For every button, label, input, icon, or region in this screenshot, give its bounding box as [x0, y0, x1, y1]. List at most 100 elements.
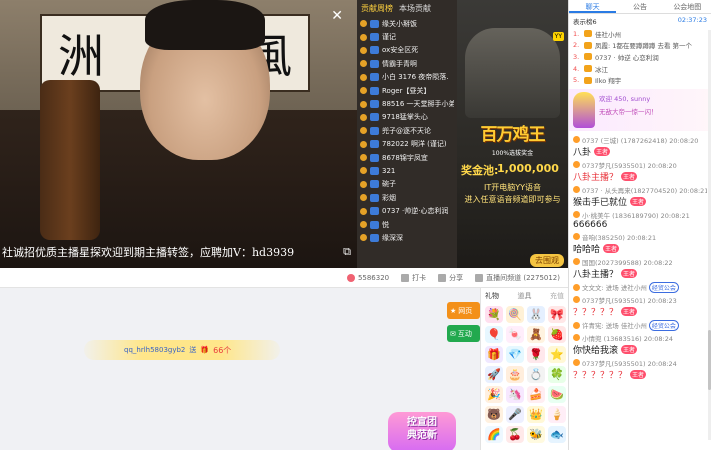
gift-item[interactable]: 🎤 [506, 406, 524, 423]
list-item[interactable]: 321 [360, 164, 454, 177]
list-item[interactable]: 0737 ·帅逆·心恋利润 [360, 204, 454, 217]
chat-message[interactable]: 0737梦凡(5935501) 20:08:23 ？？？？？ 王者 [569, 294, 711, 319]
gift-item[interactable]: 🍓 [548, 326, 566, 343]
web-button[interactable]: ★ 网页 [447, 302, 480, 319]
list-item[interactable]: 小白 3176 夜帝陨落. [360, 71, 454, 84]
promo-badge[interactable]: 控宣团 典范新 [388, 412, 456, 450]
list-item[interactable]: 缘关小掰饭 [360, 17, 454, 30]
gift-item[interactable]: 🐻 [485, 406, 503, 423]
list-item[interactable]: 782022 啊洋 (谨记) [360, 138, 454, 151]
gift-item[interactable]: 🍀 [548, 366, 566, 383]
tab-guild-map[interactable]: 公会地图 [664, 0, 711, 13]
level-icon [573, 321, 580, 329]
rank-badge: 王者 [594, 146, 611, 156]
fans-count[interactable]: 5586320 [346, 273, 389, 282]
rank-icon [360, 207, 367, 215]
gift-item[interactable]: ⭐ [548, 346, 566, 363]
gift-item[interactable]: 🚀 [485, 366, 503, 383]
list-item[interactable]: 2. 凤霞: 1都在要蹲蹲蹲 去看 第一个 [573, 40, 707, 52]
gift-item[interactable]: 🍰 [527, 386, 545, 403]
list-item[interactable]: 1. 佳社小州 [573, 28, 707, 40]
gift-item[interactable]: 🍬 [506, 326, 524, 343]
gift-item[interactable]: 🌈 [485, 426, 503, 443]
user-name: 碗子 [382, 180, 396, 189]
chat-message[interactable]: 小情兜 (13683516) 20:08:24 你快给我滚 王者 [569, 332, 711, 357]
chat-message[interactable]: 文文文: 进场 进社小州 经贸公会 [569, 281, 711, 294]
gift-item[interactable]: 🐝 [527, 426, 545, 443]
chat-message[interactable]: 音响(385250) 20:08:21 哈哈哈 王者 [569, 231, 711, 256]
share-icon[interactable]: ⧉ [343, 245, 351, 259]
list-item[interactable]: Roger【昼关】 [360, 84, 454, 97]
chat-message[interactable]: 小·桃美午 (1836189790) 20:08:21 666666 [569, 209, 711, 231]
rank-icon [360, 140, 367, 148]
gift-item[interactable]: 🎉 [485, 386, 503, 403]
message-text: 哈哈哈 [573, 244, 601, 255]
gift-item[interactable]: 🦄 [506, 386, 524, 403]
gift-item[interactable]: 👑 [527, 406, 545, 423]
chat-message[interactable]: 0737 · 从头再来(1827704520) 20:08:21 猴击手已就位王… [569, 184, 711, 209]
gift-item[interactable]: 🐰 [527, 306, 545, 323]
pubg-ad-banner[interactable]: YY 百万鸡王 100%选拔奖金 奖金池: 1,000,000 IT开电脑YY语… [457, 0, 568, 268]
message-meta: 小情兜 (13683516) 20:08:24 [582, 334, 673, 343]
prize-pool-label: 奖金池: [461, 164, 499, 177]
list-item[interactable]: 彩烟 [360, 191, 454, 204]
gift-item[interactable]: 💐 [485, 306, 503, 323]
tab-gifts[interactable]: 礼物 [485, 291, 499, 301]
badge-icon [370, 19, 379, 28]
list-item[interactable]: 谨记 [360, 30, 454, 43]
tab-chat[interactable]: 聊天 [569, 0, 617, 13]
gift-item[interactable]: 🎀 [548, 306, 566, 323]
gift-item[interactable]: 🍒 [506, 426, 524, 443]
recharge-link[interactable]: 充值 [550, 291, 564, 301]
crown-icon [584, 41, 592, 49]
interact-button[interactable]: ✉ 互动 [447, 325, 480, 342]
rank-number: 3. [573, 52, 580, 61]
list-item[interactable]: 5. Ilko 翔宇 [573, 74, 707, 86]
list-item[interactable]: 兜子@逐不天论 [360, 124, 454, 137]
list-item[interactable]: 3. 0737 · 帅逆 心恋利润 [573, 51, 707, 63]
list-item[interactable]: 情霸手青啊 [360, 57, 454, 70]
gift-item[interactable]: 🎈 [485, 326, 503, 343]
tab-weekly-contrib[interactable]: 贡献周榜 [361, 3, 393, 14]
rank-icon [360, 234, 367, 242]
gift-item[interactable]: 💍 [527, 366, 545, 383]
gift-item[interactable]: 🎁 [485, 346, 503, 363]
chat-message[interactable]: 0737梦凡(5935501) 20:08:24 ？？？？？？ 王者 [569, 357, 711, 382]
tab-notice[interactable]: 公告 [616, 0, 663, 13]
chat-message[interactable]: 国国(2027399588) 20:08:22 八卦主播？ 王者 [569, 256, 711, 281]
share-button[interactable]: 分享 [438, 273, 463, 283]
channel-button[interactable]: 直播间频道 (2275012) [475, 273, 560, 283]
list-item[interactable]: 悦 [360, 218, 454, 231]
list-item[interactable]: 8678锦宇凤宜 [360, 151, 454, 164]
video-player[interactable]: 洲 風 ✕ 社诚招优质主播星探欢迎到期主播转签，应聘加V：hd3939 ⧉ [0, 0, 357, 268]
streamer-hair [145, 0, 265, 50]
chat-message[interactable]: 0737 (三城) (1787262418) 20:08:20 八卦 王者 [569, 134, 711, 159]
list-item[interactable]: 碗子 [360, 178, 454, 191]
gift-item[interactable]: 🍦 [548, 406, 566, 423]
channel-icon [475, 273, 484, 282]
tab-props[interactable]: 道具 [518, 291, 532, 301]
badge-icon [370, 46, 379, 55]
list-item[interactable]: 4. 冰江 [573, 63, 707, 75]
list-item[interactable]: ox安全区死 [360, 44, 454, 57]
list-item[interactable]: 9718猛掌头心 [360, 111, 454, 124]
gift-item[interactable]: 🧸 [527, 326, 545, 343]
close-icon[interactable]: ✕ [331, 8, 343, 24]
chat-message[interactable]: 许青宪: 送场 佳社小州 经贸公会 [569, 319, 711, 332]
callig-char-1: 洲 [58, 29, 104, 83]
checkin-button[interactable]: 打卡 [401, 273, 426, 283]
list-item[interactable]: 88516 一天堂掰手小弟 [360, 97, 454, 110]
chat-message[interactable]: 0737梦凡(5935501) 20:08:20 八卦主播？ 王者 [569, 159, 711, 184]
rank-text: 0737 · 帅逆 心恋利润 [595, 53, 659, 62]
gift-item[interactable]: 🎂 [506, 366, 524, 383]
chat-messages: 0737 (三城) (1787262418) 20:08:20 八卦 王者 073… [569, 134, 711, 382]
gift-item[interactable]: 🍉 [548, 386, 566, 403]
gift-item[interactable]: 🌹 [527, 346, 545, 363]
watch-button[interactable]: 去围观 [530, 254, 564, 267]
gift-item[interactable]: 🐟 [548, 426, 566, 443]
list-item[interactable]: 缘深深 [360, 231, 454, 244]
tab-session-contrib[interactable]: 本场贡献 [399, 3, 431, 14]
gift-item[interactable]: 🍭 [506, 306, 524, 323]
gift-item[interactable]: 💎 [506, 346, 524, 363]
level-icon [573, 186, 580, 194]
